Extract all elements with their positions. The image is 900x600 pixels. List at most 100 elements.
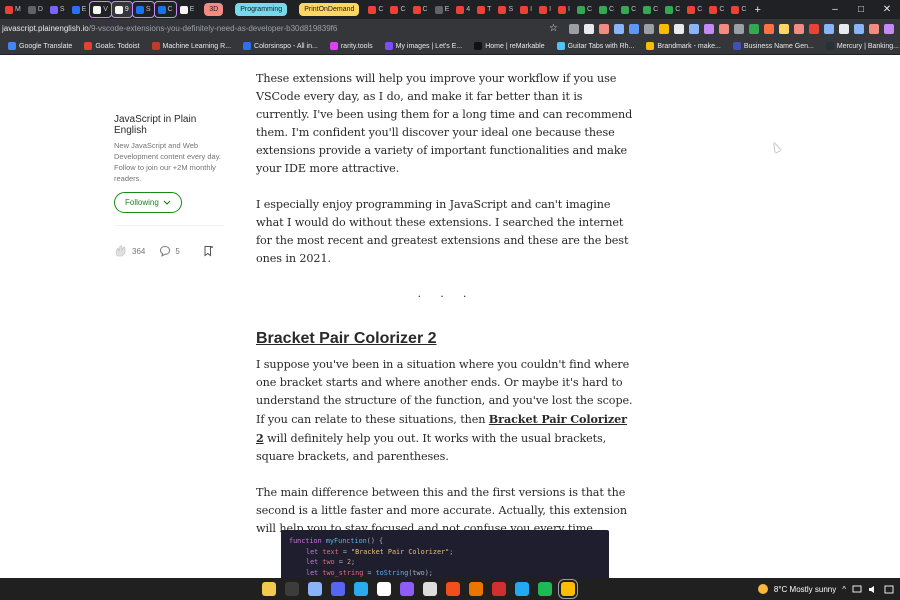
browser-extension-icon[interactable] xyxy=(854,23,864,34)
tab-group-chip[interactable]: PrintOnDemand xyxy=(299,3,360,16)
following-button[interactable]: Following xyxy=(114,192,182,213)
browser-tab[interactable]: T xyxy=(474,2,494,17)
bookmark-item[interactable]: Machine Learning R... xyxy=(151,42,231,50)
browser-extension-icon[interactable] xyxy=(884,23,894,34)
url-host: javascript.plainenglish.io xyxy=(2,24,89,33)
file-explorer-icon[interactable] xyxy=(262,582,276,596)
browser-tab[interactable]: S xyxy=(47,2,68,17)
chrome-alt-icon[interactable] xyxy=(308,582,322,596)
new-tab-button[interactable]: + xyxy=(754,4,760,16)
browser-extension-icon[interactable] xyxy=(629,23,639,34)
bookmark-item[interactable]: Google Translate xyxy=(8,42,72,50)
close-window-button[interactable]: ✕ xyxy=(874,0,900,19)
weather-text[interactable]: 8°C Mostly sunny xyxy=(774,585,836,594)
telegram-icon[interactable] xyxy=(354,582,368,596)
browser-tab[interactable]: C xyxy=(596,2,617,17)
save-button[interactable] xyxy=(202,245,214,257)
browser-extension-icon[interactable] xyxy=(674,23,684,34)
browser-tab[interactable]: C xyxy=(365,2,386,17)
tab-group-chip[interactable]: Programming xyxy=(235,3,288,16)
spotify-icon[interactable] xyxy=(538,582,552,596)
bookmark-item[interactable]: Mercury | Banking... xyxy=(825,42,899,50)
engagement-actions: 364 5 xyxy=(114,244,226,258)
bookmark-item[interactable]: My images | Let's E... xyxy=(384,42,462,50)
terminal-icon[interactable] xyxy=(285,582,299,596)
browser-extension-icon[interactable] xyxy=(869,23,879,34)
vscode-icon[interactable] xyxy=(515,582,529,596)
clap-button[interactable]: 364 xyxy=(114,244,145,258)
browser-extension-icon[interactable] xyxy=(644,23,654,34)
browser-tab[interactable]: E xyxy=(69,2,90,17)
browser-extension-icon[interactable] xyxy=(764,23,774,34)
browser-tab[interactable]: E xyxy=(177,2,198,17)
browser-tab[interactable]: V xyxy=(89,1,112,18)
browser-extension-icon[interactable] xyxy=(794,23,804,34)
browser-extension-icon[interactable] xyxy=(779,23,789,34)
bookmark-item[interactable]: rarity.tools xyxy=(329,42,373,50)
browser-extension-icon[interactable] xyxy=(719,23,729,34)
browser-tab[interactable]: C xyxy=(640,2,661,17)
bookmark-item[interactable]: Home | reMarkable xyxy=(474,42,545,50)
browser-extension-icon[interactable] xyxy=(689,23,699,34)
browser-extension-icon[interactable] xyxy=(584,23,594,34)
browser-extension-icon[interactable] xyxy=(599,23,609,34)
browser-tab[interactable]: E xyxy=(432,2,453,17)
browser-extension-icon[interactable] xyxy=(824,23,834,34)
chrome-icon[interactable] xyxy=(558,579,578,599)
notion-icon[interactable] xyxy=(377,582,391,596)
browser-extension-icon[interactable] xyxy=(734,23,744,34)
browser-tab[interactable]: C xyxy=(662,2,683,17)
browser-tab[interactable]: 9 xyxy=(110,1,133,18)
volume-icon[interactable] xyxy=(868,585,878,594)
bookmark-item[interactable]: Goals: Todoist xyxy=(84,42,140,50)
bookmark-item[interactable]: Guitar Tabs with Rh... xyxy=(556,42,634,50)
url-text[interactable]: javascript.plainenglish.io/9-vscode-exte… xyxy=(0,24,337,33)
bookmark-star-icon[interactable]: ☆ xyxy=(549,23,558,34)
bookmark-item[interactable]: Business Name Gen... xyxy=(732,42,814,50)
browser-tab[interactable]: I xyxy=(555,2,573,17)
browser-tab[interactable]: C xyxy=(706,2,727,17)
notes-icon[interactable] xyxy=(423,582,437,596)
browser-tab[interactable]: D xyxy=(25,2,46,17)
browser-extension-icon[interactable] xyxy=(704,23,714,34)
browser-tab[interactable]: C xyxy=(410,2,431,17)
tab-group-chip[interactable]: 3D xyxy=(204,3,224,16)
browser-tab[interactable]: S xyxy=(131,1,155,18)
browser-tab[interactable]: C xyxy=(618,2,639,17)
figma-icon[interactable] xyxy=(446,582,460,596)
browser-tab[interactable]: C xyxy=(684,2,705,17)
bookmark-favicon-icon xyxy=(384,42,393,50)
bookmark-item[interactable]: Colorsinspo - All in... xyxy=(243,42,318,50)
browser-extension-icon[interactable] xyxy=(569,23,579,34)
tray-chevron-icon[interactable]: ^ xyxy=(842,585,846,594)
sun-icon xyxy=(757,584,768,594)
blender-icon[interactable] xyxy=(469,582,483,596)
browser-extension-icon[interactable] xyxy=(659,23,669,34)
browser-tab[interactable]: 4 xyxy=(453,2,473,17)
tab-favicon-icon xyxy=(558,5,567,14)
browser-tab[interactable]: C xyxy=(728,2,749,17)
browser-extension-icon[interactable] xyxy=(614,23,624,34)
obsidian-icon[interactable] xyxy=(400,582,414,596)
browser-tab[interactable]: M xyxy=(2,2,24,17)
browser-tab[interactable]: C xyxy=(574,2,595,17)
browser-tab[interactable]: C xyxy=(387,2,408,17)
publication-name[interactable]: JavaScript in Plain English xyxy=(114,114,226,136)
browser-tab[interactable]: I xyxy=(536,2,554,17)
bookmark-item[interactable]: Brandmark - make... xyxy=(646,42,721,50)
browser-tab[interactable]: S xyxy=(495,2,516,17)
tab-favicon-icon xyxy=(434,5,443,14)
browser-tab[interactable]: C xyxy=(153,1,177,18)
notification-icon[interactable] xyxy=(884,585,894,594)
browser-extension-icon[interactable] xyxy=(809,23,819,34)
browser-extension-icon[interactable] xyxy=(749,23,759,34)
discord-icon[interactable] xyxy=(331,582,345,596)
minimize-button[interactable]: – xyxy=(822,0,848,19)
browser-extension-icon[interactable] xyxy=(839,23,849,34)
acrobat-icon[interactable] xyxy=(492,582,506,596)
maximize-button[interactable]: □ xyxy=(848,0,874,19)
network-icon[interactable] xyxy=(852,585,862,594)
section-heading[interactable]: Bracket Pair Colorizer 2 xyxy=(256,330,636,348)
responses-button[interactable]: 5 xyxy=(159,245,180,257)
browser-tab[interactable]: I xyxy=(517,2,535,17)
